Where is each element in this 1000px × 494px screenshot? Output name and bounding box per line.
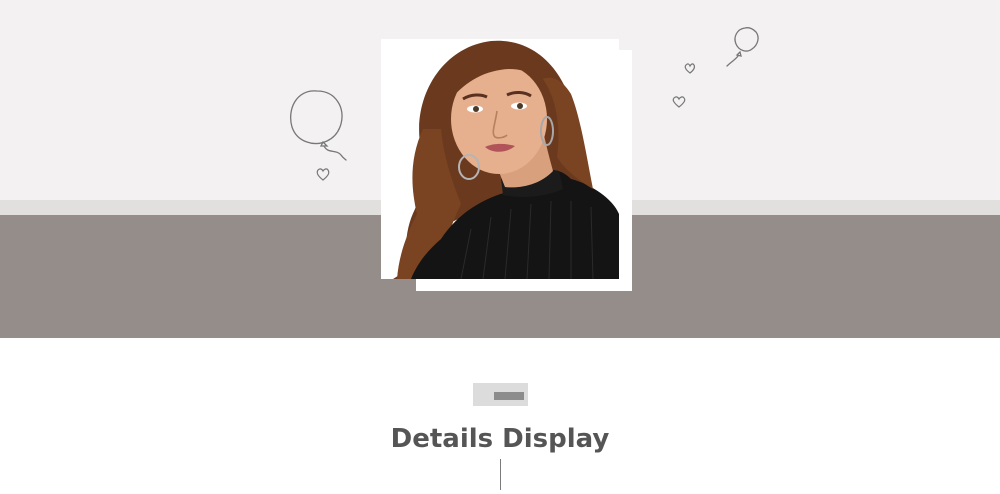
section-marker bbox=[473, 383, 528, 406]
model-illustration bbox=[381, 39, 619, 279]
title-divider bbox=[500, 459, 501, 490]
section-marker-bar bbox=[494, 392, 524, 400]
product-photo bbox=[381, 39, 619, 279]
section-title: Details Display bbox=[390, 424, 610, 454]
